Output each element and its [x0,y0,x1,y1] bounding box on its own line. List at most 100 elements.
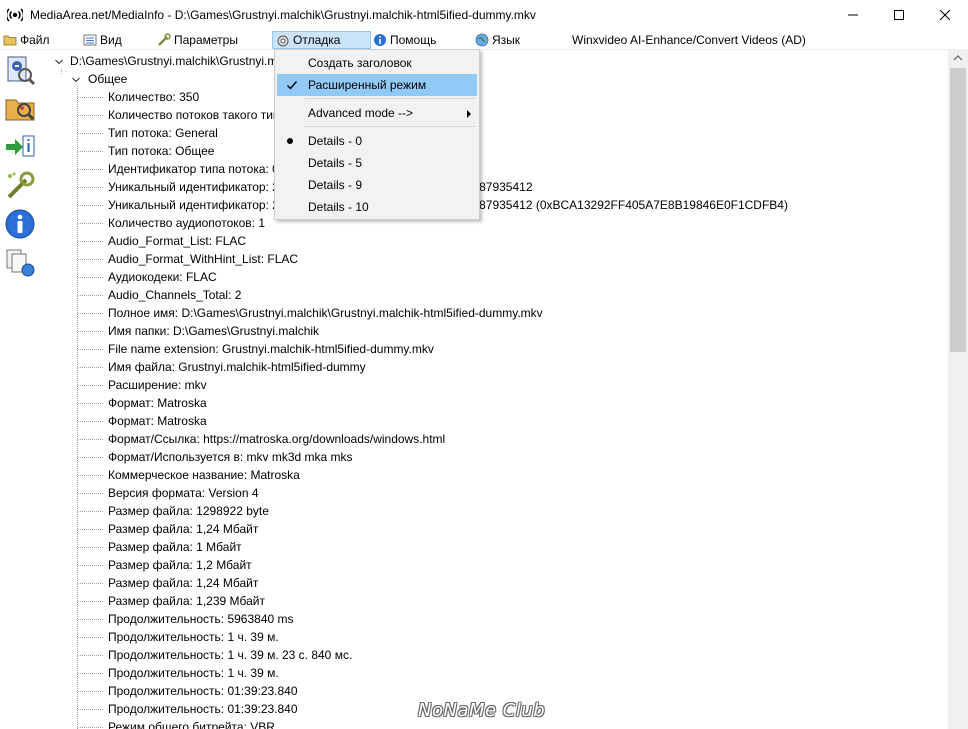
tree-item[interactable]: Продолжительность: 1 ч. 39 м. 23 с. 840 … [108,646,352,664]
menu-advanced-mode[interactable]: Advanced mode --> [277,102,477,124]
tree-item[interactable]: Размер файла: 1,239 Мбайт [108,592,265,610]
tree-item[interactable]: Формат/Ссылка: https://matroska.org/down… [108,430,445,448]
scroll-up-button[interactable] [948,50,968,67]
tree-item[interactable]: Количество: 350 [108,88,199,106]
tree-item-label: Формат: Matroska [108,414,207,428]
menu-view[interactable]: Вид [80,31,126,49]
menu-extended-mode[interactable]: Расширенный режим [277,74,477,96]
tree-guide-branch [78,151,104,152]
tree-item[interactable]: Размер файла: 1298922 byte [108,502,269,520]
preferences-wrench-icon [7,171,35,199]
section-chevron-down-icon[interactable] [71,75,81,85]
tree-item[interactable]: Продолжительность: 01:39:23.840 [108,700,298,718]
tree-guide-branch [78,421,104,422]
tree-guide-branch [78,583,104,584]
tree-item[interactable]: Формат: Matroska [108,394,207,412]
tree-item[interactable]: Аудиокодеки: FLAC [108,268,217,286]
menu-details-9[interactable]: Details - 9 [277,174,477,196]
about-button[interactable] [4,208,36,240]
menu-create-header[interactable]: Создать заголовок [277,52,477,74]
open-file-icon [7,56,36,86]
open-folder-button[interactable] [4,92,36,124]
tree-item[interactable]: Audio_Format_List: FLAC [108,232,246,250]
tree-item[interactable]: Размер файла: 1,24 Мбайт [108,574,258,592]
tree-guide-branch [78,349,104,350]
menu-details-0[interactable]: Details - 0 [277,130,477,152]
tree-item-label: Идентификатор типа потока: 0 [108,162,279,176]
tree-item[interactable]: Продолжительность: 1 ч. 39 м. [108,664,279,682]
vertical-scrollbar[interactable] [948,50,968,729]
tree-item[interactable]: Audio_Format_WithHint_List: FLAC [108,250,298,268]
menu-help[interactable]: Помощь [370,31,440,49]
tree-item-label: Тип потока: General [108,126,218,140]
tree-item-label: Количество потоков такого типа: 1 [108,108,300,122]
tree-item-label: Продолжительность: 01:39:23.840 [108,702,298,716]
tree-item[interactable]: Количество потоков такого типа: 1 [108,106,299,124]
tree-item[interactable]: Продолжительность: 5963840 ms [108,610,294,628]
globe-icon [475,33,489,47]
tree-item[interactable]: Режим общего битрейта: VBR [108,718,275,729]
tree-item[interactable]: Тип потока: Общее [108,142,214,160]
tree-guide-branch [78,709,104,710]
compare-button[interactable] [4,246,36,278]
close-button[interactable] [922,0,968,30]
tree-guide-branch [78,601,104,602]
tree-guide-branch [78,439,104,440]
tree-item-label: Продолжительность: 1 ч. 39 м. [108,630,279,644]
tree-item-label: Audio_Channels_Total: 2 [108,288,242,302]
watermark: NoNaMe Club [418,700,546,721]
tree-item[interactable]: Идентификатор типа потока: 0 [108,160,279,178]
tree-item[interactable]: Размер файла: 1,2 Мбайт [108,556,252,574]
tree-guide-branch [78,529,104,530]
about-info-icon [5,209,35,239]
tree-item-label: Режим общего битрейта: VBR [108,720,275,729]
tree-guide-branch [78,169,104,170]
tree-item[interactable]: Формат/Используется в: mkv mk3d mka mks [108,448,353,466]
tree-item[interactable]: Полное имя: D:\Games\Grustnyi.malchik\Gr… [108,304,543,322]
menu-params[interactable]: Параметры [154,31,242,49]
menu-advanced-mode-label: Advanced mode --> [308,106,414,120]
open-folder-icon [5,99,35,121]
tree-item[interactable]: Размер файла: 1 Мбайт [108,538,242,556]
tree-guide-branch [78,457,104,458]
tree-item[interactable]: Расширение: mkv [108,376,207,394]
tree-item[interactable]: Тип потока: General [108,124,218,142]
tree-item[interactable]: Audio_Channels_Total: 2 [108,286,241,304]
tree-item[interactable]: Коммерческое название: Matroska [108,466,300,484]
tree-section-general[interactable]: Общее [88,70,127,88]
tree-guide-branch [78,619,104,620]
menu-params-label: Параметры [174,33,238,47]
maximize-button[interactable] [876,0,922,30]
menu-ad-link[interactable]: Winxvideo AI-Enhance/Convert Videos (AD) [568,31,810,49]
tree-item[interactable]: File name extension: Grustnyi.malchik-ht… [108,340,434,358]
export-button[interactable] [4,130,36,162]
tree-guide-branch [78,223,104,224]
scroll-thumb[interactable] [950,68,966,352]
tree-item[interactable]: Продолжительность: 1 ч. 39 м. [108,628,279,646]
root-chevron-down-icon[interactable] [54,57,64,67]
tree-guide-branch [78,205,104,206]
tree-item[interactable]: Формат: Matroska [108,412,207,430]
tree-guide-branch [78,295,104,296]
checkmark-icon [287,81,298,90]
menu-details-5[interactable]: Details - 5 [277,152,477,174]
tree-item[interactable]: Продолжительность: 01:39:23.840 [108,682,298,700]
menu-file[interactable]: Файл [0,31,54,49]
export-info-icon [6,135,35,157]
open-file-button[interactable] [4,54,36,86]
tree-item[interactable]: Размер файла: 1,24 Мбайт [108,520,258,538]
info-tree-view[interactable]: D:\Games\Grustnyi.malchik\Grustnyi.malch… [42,50,948,729]
tree-item[interactable]: Количество аудиопотоков: 1 [108,214,265,232]
tree-item[interactable]: Версия формата: Version 4 [108,484,259,502]
menu-debug[interactable]: Отладка [272,31,371,49]
tree-item[interactable]: Имя папки: D:\Games\Grustnyi.malchik [108,322,319,340]
preferences-button[interactable] [4,170,36,202]
maximize-icon [894,10,904,20]
minimize-button[interactable] [830,0,876,30]
info-icon [374,34,386,46]
tree-guide-section [77,86,78,729]
tree-guide-branch [78,547,104,548]
menu-details-10[interactable]: Details - 10 [277,196,477,218]
tree-item[interactable]: Имя файла: Grustnyi.malchik-html5ified-d… [108,358,366,376]
menu-language[interactable]: Язык [472,31,524,49]
